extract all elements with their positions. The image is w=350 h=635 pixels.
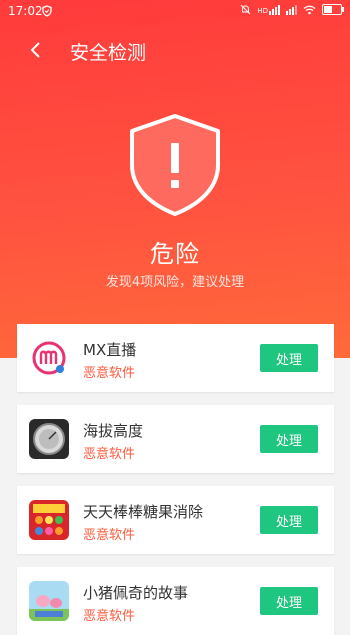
risk-tag: 恶意软件 (83, 366, 136, 381)
app-name: 天天棒棒糖果消除 (83, 503, 204, 521)
handle-button[interactable]: 处理 (260, 587, 318, 615)
peppa-pig-app-icon (29, 581, 69, 621)
app-name: 小猪佩奇的故事 (83, 584, 189, 602)
signal-strength-icon: HD (257, 4, 280, 15)
page-title: 安全检测 (70, 42, 147, 64)
app-name: MX直播 (83, 341, 137, 359)
risk-app-card: 小猪佩奇的故事 恶意软件 处理 (17, 567, 334, 635)
mx-live-logo-icon (29, 338, 69, 378)
altimeter-app-icon (29, 419, 69, 459)
mute-bell-icon (240, 4, 251, 15)
danger-shield-icon (130, 114, 220, 216)
risk-tag: 恶意软件 (83, 609, 136, 624)
wifi-icon (303, 5, 316, 14)
app-name: 海拔高度 (83, 422, 144, 440)
network-type-label: HD (257, 7, 268, 15)
risk-app-card: 海拔高度 恶意软件 处理 (17, 405, 334, 473)
status-bar: 17:02 HD (0, 0, 350, 24)
back-arrow-icon[interactable] (22, 36, 50, 64)
risk-app-card: MX直播 恶意软件 处理 (17, 324, 334, 392)
handle-button[interactable]: 处理 (260, 425, 318, 453)
candy-game-icon (29, 500, 69, 540)
risk-summary-text: 发现4项风险，建议处理 (105, 275, 245, 290)
risk-tag: 恶意软件 (83, 528, 136, 543)
signal-strength-secondary-icon (286, 4, 297, 15)
status-time: 17:02 (8, 4, 43, 18)
battery-level-fill (324, 6, 332, 13)
risk-level-heading: 危险 (150, 240, 200, 268)
risk-app-card: 天天棒棒糖果消除 恶意软件 处理 (17, 486, 334, 554)
risk-tag: 恶意软件 (83, 447, 136, 462)
security-shield-small-icon (42, 5, 52, 17)
handle-button[interactable]: 处理 (260, 344, 318, 372)
app-header: 安全检测 (0, 24, 350, 76)
battery-icon (322, 4, 344, 15)
handle-button[interactable]: 处理 (260, 506, 318, 534)
